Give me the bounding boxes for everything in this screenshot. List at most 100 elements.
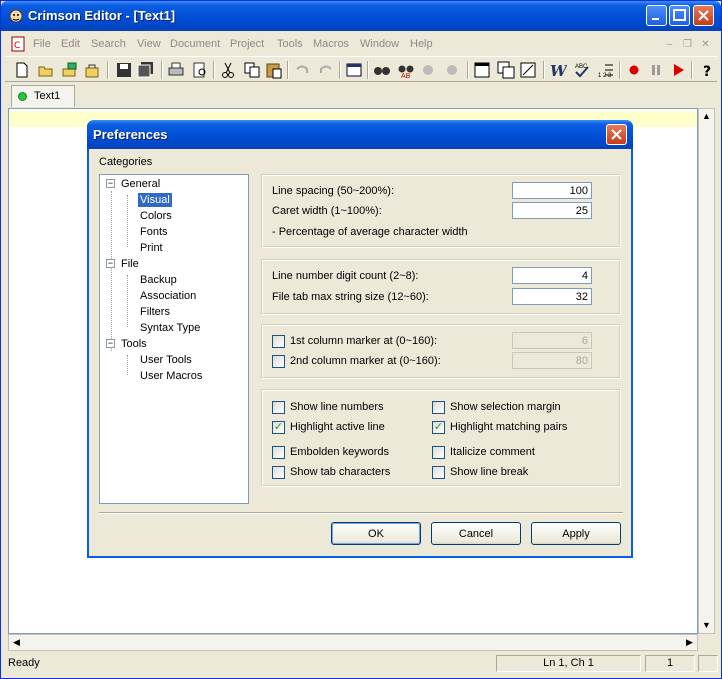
tree-item-print[interactable]: Print	[140, 241, 163, 255]
tree-item-fonts[interactable]: Fonts	[140, 225, 168, 239]
digit-count-input[interactable]	[512, 267, 592, 284]
tree-item-visual[interactable]: Visual	[138, 193, 172, 207]
modified-status-icon	[18, 92, 27, 101]
tree-item-tools[interactable]: Tools	[121, 337, 147, 351]
maximize-button[interactable]	[669, 5, 690, 26]
print-icon[interactable]	[167, 61, 185, 79]
tab-text1[interactable]: Text1	[11, 85, 75, 107]
dialog-title-bar[interactable]: Preferences	[87, 120, 633, 149]
window-icon[interactable]	[473, 61, 491, 79]
caret-width-input[interactable]	[512, 202, 592, 219]
toolbar-separator	[161, 61, 163, 79]
menu-edit[interactable]: Edit	[61, 38, 80, 50]
first-marker-input[interactable]	[512, 332, 592, 349]
tree-item-user-macros[interactable]: User Macros	[140, 369, 202, 383]
spell-check-icon[interactable]: ABC	[573, 61, 591, 79]
open-file-icon[interactable]	[37, 61, 55, 79]
menu-view[interactable]: View	[137, 38, 161, 50]
menu-file[interactable]: File	[33, 38, 51, 50]
menu-search[interactable]: Search	[91, 38, 126, 50]
open-remote-icon[interactable]	[61, 61, 79, 79]
close-button[interactable]	[693, 5, 714, 26]
play-macro-icon[interactable]	[669, 61, 687, 79]
goto-icon[interactable]	[443, 61, 461, 79]
menu-document[interactable]: Document	[170, 38, 220, 50]
save-icon[interactable]	[115, 61, 133, 79]
collapse-tools-icon[interactable]: −	[106, 339, 115, 348]
highlight-matching-pairs-checkbox[interactable]: ✓	[432, 421, 445, 434]
svg-text:1 2 3: 1 2 3	[598, 73, 612, 79]
save-all-icon[interactable]	[137, 61, 155, 79]
tree-item-association[interactable]: Association	[140, 289, 196, 303]
apply-button[interactable]: Apply	[531, 522, 621, 545]
highlight-active-line-checkbox[interactable]: ✓	[272, 421, 285, 434]
second-marker-input[interactable]	[512, 352, 592, 369]
replace-icon[interactable]	[419, 61, 437, 79]
tree-item-filters[interactable]: Filters	[140, 305, 170, 319]
title-bar[interactable]: Crimson Editor - [Text1]	[1, 1, 721, 31]
mdi-restore-icon[interactable]: ❐	[681, 39, 694, 51]
help-icon[interactable]: ?	[699, 61, 717, 79]
ok-button[interactable]: OK	[331, 522, 421, 545]
find-icon[interactable]	[373, 61, 391, 79]
menu-macros[interactable]: Macros	[313, 38, 349, 50]
record-macro-icon[interactable]	[625, 61, 643, 79]
collapse-file-icon[interactable]: −	[106, 259, 115, 268]
directory-icon[interactable]	[519, 61, 537, 79]
second-marker-checkbox[interactable]	[272, 355, 285, 368]
tab-max-input[interactable]	[512, 288, 592, 305]
view-icon[interactable]	[345, 61, 363, 79]
tree-item-file[interactable]: File	[121, 257, 139, 271]
redo-icon[interactable]	[317, 61, 335, 79]
collapse-general-icon[interactable]: −	[106, 179, 115, 188]
scroll-left-icon[interactable]: ◀	[9, 635, 24, 650]
dialog-close-button[interactable]	[606, 124, 627, 145]
scroll-right-icon[interactable]: ▶	[682, 635, 697, 650]
italicize-comment-checkbox[interactable]	[432, 446, 445, 459]
size-grip[interactable]	[698, 655, 718, 672]
tree-item-backup[interactable]: Backup	[140, 273, 177, 287]
show-tab-characters-label: Show tab characters	[290, 466, 391, 478]
line-spacing-input[interactable]	[512, 182, 592, 199]
embolden-keywords-checkbox[interactable]	[272, 446, 285, 459]
print-preview-icon[interactable]	[191, 61, 209, 79]
tree-item-user-tools[interactable]: User Tools	[140, 353, 192, 367]
mdi-close-icon[interactable]: ✕	[699, 39, 712, 51]
undo-icon[interactable]	[293, 61, 311, 79]
menu-help[interactable]: Help	[410, 38, 433, 50]
tree-item-colors[interactable]: Colors	[140, 209, 172, 223]
cancel-button[interactable]: Cancel	[431, 522, 521, 545]
show-selection-margin-checkbox[interactable]	[432, 401, 445, 414]
categories-tree[interactable]: − General Visual Colors Fonts Print − Fi…	[99, 174, 249, 504]
line-numbers-icon[interactable]: 1 2 3	[597, 61, 615, 79]
first-marker-checkbox[interactable]	[272, 335, 285, 348]
cut-icon[interactable]	[219, 61, 237, 79]
windows-icon[interactable]	[497, 61, 515, 79]
copy-icon[interactable]	[243, 61, 261, 79]
scroll-down-icon[interactable]: ▼	[699, 618, 714, 633]
mdi-minimize-icon[interactable]: –	[663, 39, 676, 51]
new-file-icon[interactable]	[13, 61, 31, 79]
line-spacing-label: Line spacing (50~200%):	[272, 185, 394, 197]
toolbar-separator	[213, 61, 215, 79]
minimize-button[interactable]	[646, 5, 667, 26]
tree-item-syntax-type[interactable]: Syntax Type	[140, 321, 200, 335]
horizontal-scrollbar[interactable]: ◀ ▶	[8, 634, 698, 651]
menu-project[interactable]: Project	[230, 38, 264, 50]
folder-lock-icon[interactable]	[83, 61, 101, 79]
scroll-up-icon[interactable]: ▲	[699, 109, 714, 124]
tree-item-general[interactable]: General	[121, 177, 160, 191]
find-next-icon[interactable]: AB	[397, 61, 415, 79]
paste-icon[interactable]	[265, 61, 283, 79]
close-icon	[698, 10, 709, 21]
tab-label: Text1	[34, 90, 61, 102]
pause-macro-icon[interactable]	[647, 61, 665, 79]
menu-tools[interactable]: Tools	[277, 38, 303, 50]
vertical-scrollbar[interactable]: ▲ ▼	[698, 108, 715, 634]
word-wrap-icon[interactable]: W	[549, 61, 567, 79]
document-tab-bar: Text1	[5, 85, 717, 107]
show-tab-characters-checkbox[interactable]	[272, 466, 285, 479]
show-line-break-checkbox[interactable]	[432, 466, 445, 479]
menu-window[interactable]: Window	[360, 38, 399, 50]
show-line-numbers-checkbox[interactable]	[272, 401, 285, 414]
